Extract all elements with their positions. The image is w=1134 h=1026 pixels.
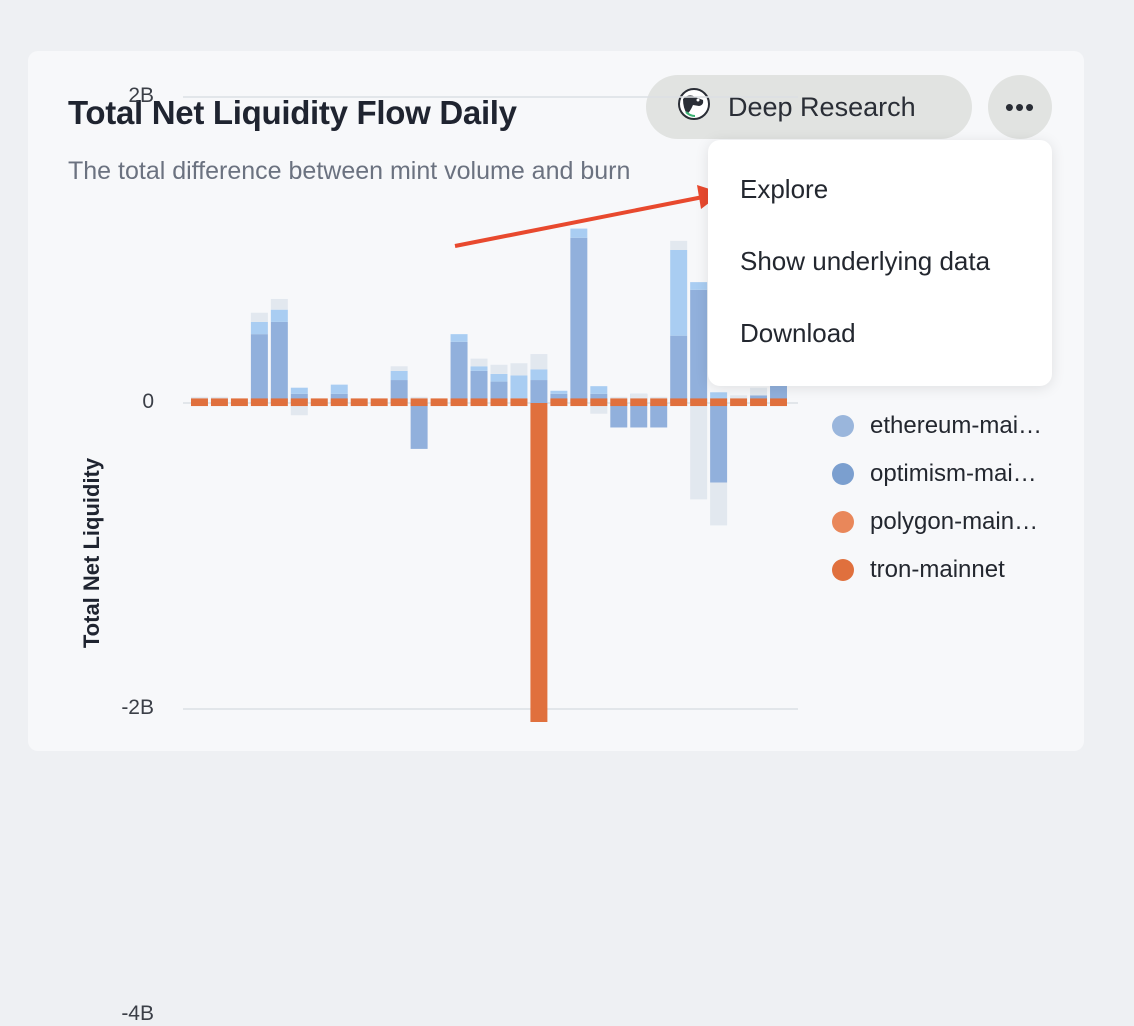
legend-label-tron: tron-mainnet: [870, 556, 1005, 583]
bar-tron: [350, 398, 368, 407]
bar-tron: [410, 398, 428, 407]
legend-item-polygon[interactable]: polygon-main…: [832, 508, 1038, 536]
bar-optimism: [470, 366, 488, 371]
bar-tron: [630, 398, 648, 407]
y-axis-title: Total Net Liquidity: [79, 457, 104, 649]
bar-ethereum: [670, 335, 688, 403]
y-tick-label: 0: [142, 390, 154, 413]
bar-polygon: [670, 240, 688, 250]
bar-polygon: [710, 482, 728, 526]
bar-optimism: [510, 375, 528, 399]
bar-optimism: [530, 369, 548, 381]
bar-ethereum: [570, 237, 588, 403]
bar-ethereum: [710, 403, 728, 483]
bar-ethereum: [650, 403, 668, 428]
bar-polygon: [510, 363, 528, 376]
bar-tron: [570, 398, 588, 407]
bar-tron: [690, 398, 708, 407]
bar-optimism: [330, 384, 348, 394]
bar-polygon: [250, 312, 268, 322]
bar-polygon: [690, 403, 708, 500]
bar-tron: [530, 403, 548, 722]
bar-tron: [550, 398, 568, 407]
bar-polygon: [270, 298, 288, 310]
y-tick-label: -4B: [121, 1002, 154, 1025]
legend-item-optimism[interactable]: optimism-mai…: [832, 460, 1037, 488]
bar-tron: [390, 398, 408, 407]
bar-polygon: [490, 364, 508, 374]
bar-tron: [310, 398, 328, 407]
bar-tron: [430, 398, 448, 407]
bar-optimism: [390, 370, 408, 381]
legend-item-ethereum[interactable]: ethereum-mai…: [832, 412, 1042, 440]
bar-polygon: [530, 354, 548, 370]
bar-ethereum: [690, 289, 708, 403]
bar-tron: [610, 398, 628, 407]
bar-ethereum: [530, 380, 548, 403]
menu-item-download[interactable]: Download: [740, 318, 856, 349]
bar-ethereum: [450, 341, 468, 403]
bar-tron: [510, 398, 528, 407]
bar-tron: [370, 398, 388, 407]
bar-tron: [590, 398, 608, 407]
bar-optimism: [690, 282, 708, 290]
legend-label-ethereum: ethereum-mai…: [870, 412, 1043, 439]
bar-ethereum: [470, 370, 488, 403]
bar-tron: [750, 398, 768, 407]
bar-ethereum: [250, 334, 268, 403]
bar-tron: [450, 398, 468, 407]
bar-tron: [670, 398, 688, 407]
bar-ethereum: [410, 403, 428, 449]
bar-optimism: [290, 387, 308, 394]
bar-optimism: [270, 309, 288, 322]
bar-optimism: [590, 386, 608, 394]
legend-label-polygon: polygon-main…: [870, 508, 1039, 535]
bar-tron: [490, 398, 508, 407]
menu-item-explore[interactable]: Explore: [740, 174, 828, 205]
bar-optimism: [450, 334, 468, 342]
annotation: [454, 185, 722, 248]
legend-dot-optimism: [832, 463, 854, 485]
bar-tron: [650, 398, 668, 407]
bar-tron: [270, 398, 288, 407]
bar-optimism: [490, 373, 508, 382]
bar-ethereum: [630, 403, 648, 428]
bar-tron: [290, 398, 308, 407]
bar-tron: [191, 398, 208, 407]
bar-tron: [470, 398, 488, 407]
bar-ethereum: [270, 321, 288, 403]
legend-item-tron[interactable]: tron-mainnet: [832, 556, 1005, 584]
bar-optimism: [570, 228, 588, 238]
legend-dot-tron: [832, 559, 854, 581]
menu-item-show-underlying-data[interactable]: Show underlying data: [740, 246, 990, 277]
y-tick-label: -2B: [121, 696, 154, 719]
bar-polygon: [390, 366, 408, 371]
bar-optimism: [250, 321, 268, 335]
more-options-menu: Explore Show underlying data Download: [708, 140, 1052, 386]
bars: [191, 228, 787, 722]
legend-dot-polygon: [832, 511, 854, 533]
bar-tron: [710, 398, 728, 407]
bar-tron: [210, 398, 228, 407]
bar-ethereum: [610, 403, 628, 428]
bar-tron: [730, 398, 748, 407]
bar-polygon: [470, 358, 488, 367]
bar-tron: [230, 398, 248, 407]
y-tick-label: 2B: [128, 84, 154, 107]
legend-dot-ethereum: [832, 415, 854, 437]
bar-tron: [250, 398, 268, 407]
bar-optimism: [670, 250, 688, 336]
bar-tron: [330, 398, 348, 407]
bar-tron: [770, 398, 787, 407]
bar-polygon: [750, 387, 768, 396]
bar-optimism: [550, 390, 568, 394]
legend-label-optimism: optimism-mai…: [870, 460, 1037, 487]
